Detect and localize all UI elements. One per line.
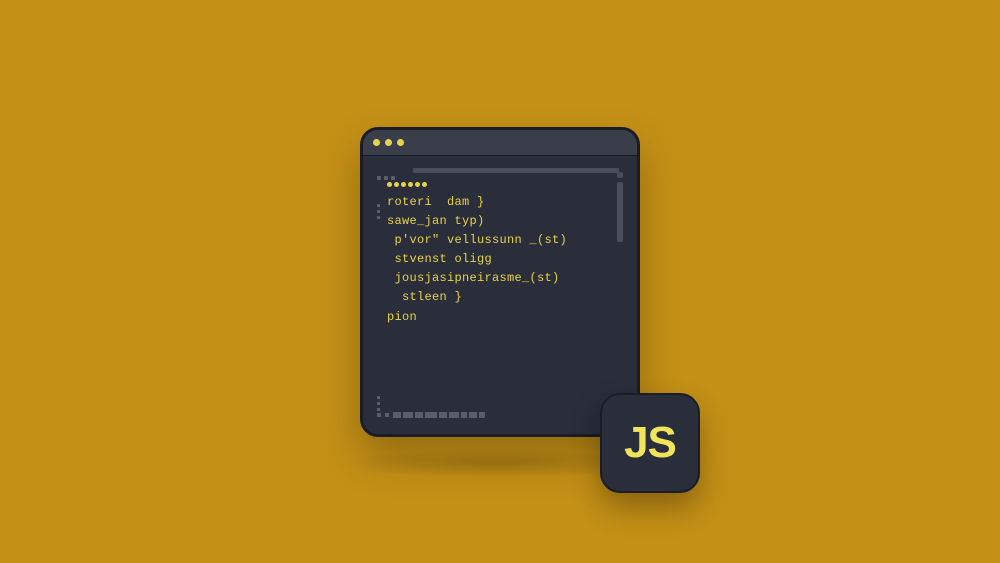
code-line: roteri dam } xyxy=(387,193,625,212)
decorative-dots-icon xyxy=(377,176,625,180)
code-line: p'vor" vellussunn _(st) xyxy=(387,231,625,250)
code-editor-window: roteri dam } sawe_jan typ) p'vor" vellus… xyxy=(360,127,640,437)
traffic-light-icon xyxy=(373,139,380,146)
code-line: pion xyxy=(387,308,625,327)
code-line: jousjasipneirasme_(st) xyxy=(387,269,625,288)
status-bar-icon xyxy=(377,412,485,418)
code-line: stvenst oligg xyxy=(387,250,625,269)
javascript-badge: JS xyxy=(600,393,700,493)
gutter-dots-icon xyxy=(377,396,380,411)
js-badge-label: JS xyxy=(624,418,676,468)
code-line: stleen } xyxy=(387,288,625,307)
gutter-dots-icon xyxy=(377,204,380,219)
code-block: roteri dam } sawe_jan typ) p'vor" vellus… xyxy=(387,193,625,327)
decorative-dots-icon xyxy=(387,182,625,187)
editor-content: roteri dam } sawe_jan typ) p'vor" vellus… xyxy=(363,156,637,337)
code-line: sawe_jan typ) xyxy=(387,212,625,231)
traffic-light-icon xyxy=(397,139,404,146)
window-titlebar xyxy=(363,130,637,156)
traffic-light-icon xyxy=(385,139,392,146)
